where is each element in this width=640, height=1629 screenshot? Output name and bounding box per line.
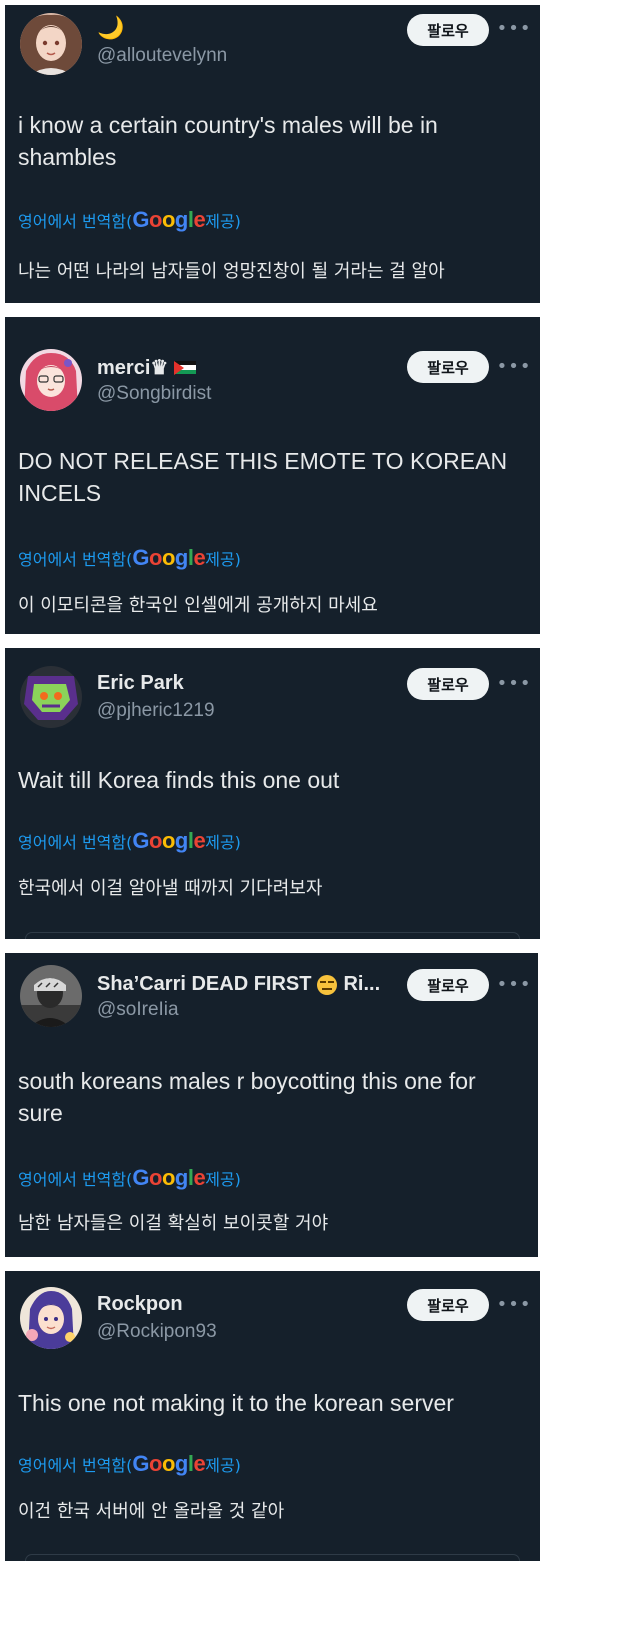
name-row: Eric Park	[97, 672, 184, 695]
translate-prefix: 영어에서 번역함(	[18, 212, 133, 231]
quoted-card-edge	[25, 1554, 520, 1561]
avatar[interactable]	[20, 349, 82, 411]
name-row: Rockpon	[97, 1293, 183, 1316]
translated-text: 이건 한국 서버에 안 올라올 것 같아	[18, 1501, 285, 1522]
translate-attribution[interactable]: 영어에서 번역함( Google 제공)	[18, 1451, 241, 1477]
display-name[interactable]: 🌙	[97, 15, 124, 41]
display-name[interactable]: Eric Park	[97, 672, 184, 695]
name-row: 🌙	[97, 15, 124, 41]
avatar[interactable]	[20, 666, 82, 728]
translate-prefix: 영어에서 번역함(	[18, 833, 133, 852]
user-handle[interactable]: @Songbirdist	[97, 383, 211, 405]
user-handle[interactable]: @Rockipon93	[97, 1321, 217, 1343]
google-logo: Google	[132, 828, 206, 853]
more-options-icon[interactable]: •••	[497, 353, 531, 379]
name-row: merci♛	[97, 355, 197, 380]
translate-attribution[interactable]: 영어에서 번역함( Google 제공)	[18, 828, 241, 854]
palestine-flag-icon	[174, 360, 197, 375]
more-options-icon[interactable]: •••	[497, 971, 531, 997]
tweet-text: DO NOT RELEASE THIS EMOTE TO KOREAN INCE…	[18, 448, 508, 506]
translate-attribution[interactable]: 영어에서 번역함( Google 제공)	[18, 545, 241, 571]
translate-suffix: 제공)	[205, 550, 241, 569]
more-options-icon[interactable]: •••	[497, 1291, 531, 1317]
post-card: Rockpon @Rockipon93 팔로우 ••• This one not…	[5, 1271, 540, 1561]
translate-suffix: 제공)	[205, 212, 241, 231]
avatar[interactable]	[20, 1287, 82, 1349]
post-card: Sha’Carri DEAD FIRST Ri... @soIreIia 팔로우…	[5, 953, 538, 1257]
user-handle[interactable]: @alloutevelynn	[97, 45, 227, 67]
translated-text: 한국에서 이걸 알아낼 때까지 기다려보자	[18, 878, 323, 899]
user-handle[interactable]: @soIreIia	[97, 999, 179, 1021]
translate-attribution[interactable]: 영어에서 번역함( Google 제공)	[18, 207, 241, 233]
display-name[interactable]: Rockpon	[97, 1293, 183, 1316]
translate-suffix: 제공)	[205, 1456, 241, 1475]
display-name-tail[interactable]: Ri...	[343, 973, 380, 996]
google-logo: Google	[132, 207, 206, 232]
post-card: 🌙 @alloutevelynn 팔로우 ••• i know a certai…	[5, 5, 540, 303]
more-options-icon[interactable]: •••	[497, 670, 531, 696]
google-logo: Google	[132, 1451, 206, 1476]
tweet-text: Wait till Korea finds this one out	[18, 767, 340, 793]
name-row: Sha’Carri DEAD FIRST Ri...	[97, 973, 380, 996]
quoted-card-edge	[25, 932, 520, 939]
expressionless-face-icon	[317, 974, 338, 995]
post-card: merci♛ @Songbirdist 팔로우 ••• DO NOT RELEA…	[5, 317, 540, 634]
more-options-icon[interactable]: •••	[497, 15, 531, 41]
follow-button[interactable]: 팔로우	[407, 668, 489, 700]
translate-suffix: 제공)	[205, 1170, 241, 1189]
translate-prefix: 영어에서 번역함(	[18, 550, 133, 569]
follow-button[interactable]: 팔로우	[407, 969, 489, 1001]
display-name[interactable]: Sha’Carri DEAD FIRST	[97, 973, 311, 996]
tweet-text: This one not making it to the korean ser…	[18, 1390, 454, 1416]
translate-attribution[interactable]: 영어에서 번역함( Google 제공)	[18, 1165, 241, 1191]
user-handle[interactable]: @pjheric1219	[97, 700, 215, 722]
post-card: Eric Park @pjheric1219 팔로우 ••• Wait till…	[5, 648, 540, 939]
translated-text: 나는 어떤 나라의 남자들이 엉망진창이 될 거라는 걸 알아	[18, 261, 445, 282]
translate-prefix: 영어에서 번역함(	[18, 1456, 133, 1475]
translate-prefix: 영어에서 번역함(	[18, 1170, 133, 1189]
avatar[interactable]	[20, 965, 82, 1027]
display-name[interactable]: merci♛	[97, 355, 168, 380]
avatar[interactable]	[20, 13, 82, 75]
follow-button[interactable]: 팔로우	[407, 1289, 489, 1321]
tweet-text: south koreans males r boycotting this on…	[18, 1068, 476, 1126]
translated-text: 이 이모티콘을 한국인 인셀에게 공개하지 마세요	[18, 595, 378, 616]
translate-suffix: 제공)	[205, 833, 241, 852]
follow-button[interactable]: 팔로우	[407, 14, 489, 46]
google-logo: Google	[132, 1165, 206, 1190]
tweet-text: i know a certain country's males will be…	[18, 112, 438, 170]
follow-button[interactable]: 팔로우	[407, 351, 489, 383]
translated-text: 남한 남자들은 이걸 확실히 보이콧할 거야	[18, 1213, 329, 1234]
google-logo: Google	[132, 545, 206, 570]
